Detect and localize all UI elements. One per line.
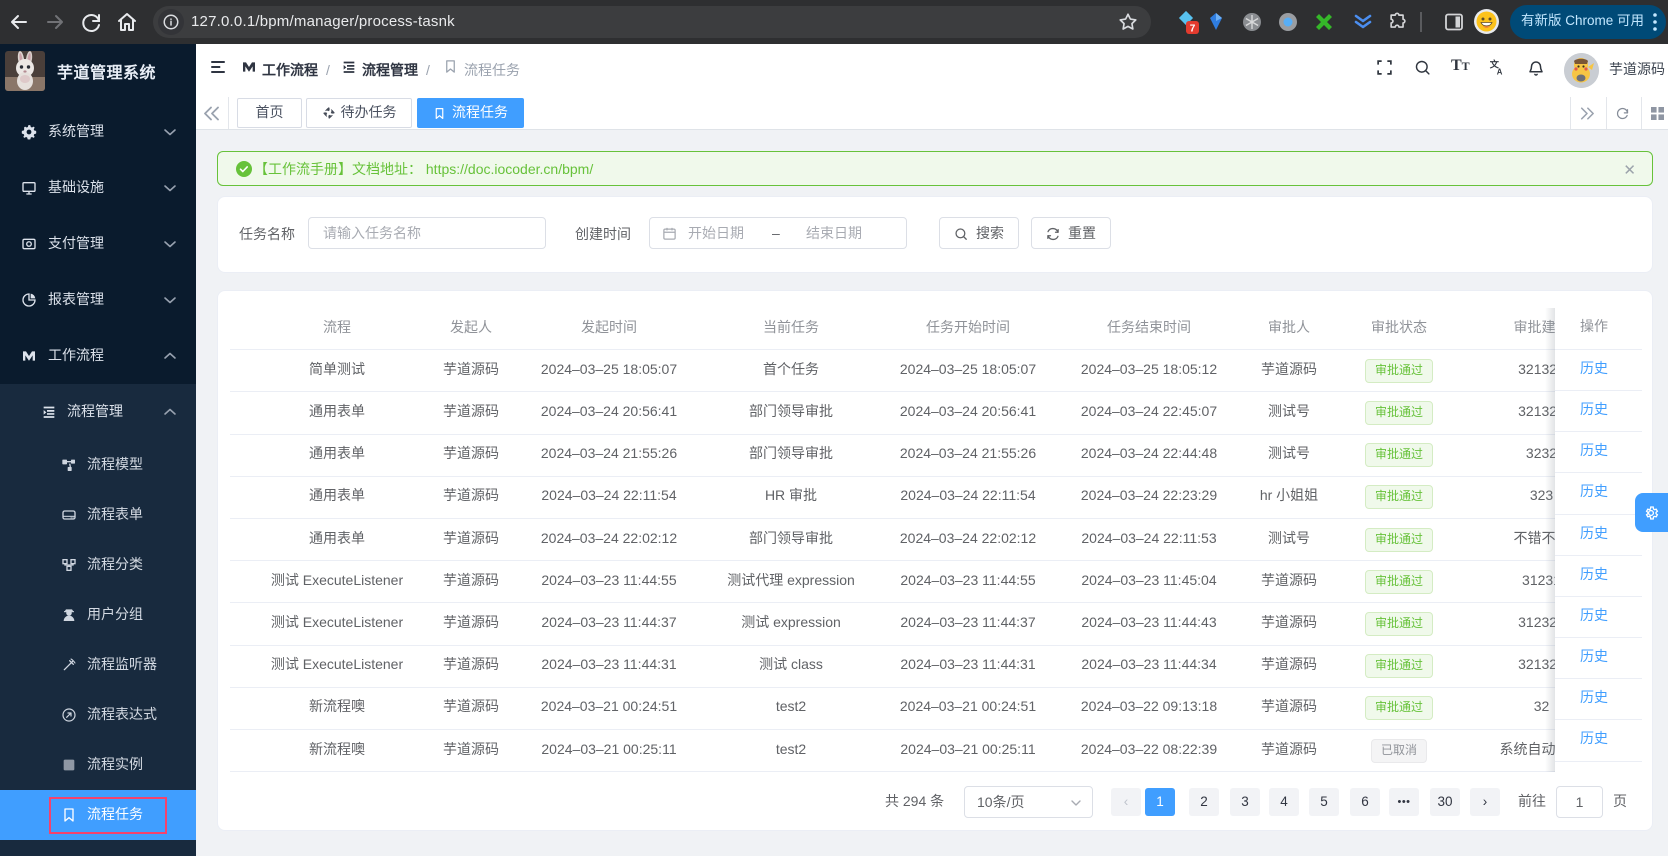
svg-text:7: 7 bbox=[1190, 24, 1196, 35]
svg-text:A: A bbox=[1497, 68, 1503, 76]
